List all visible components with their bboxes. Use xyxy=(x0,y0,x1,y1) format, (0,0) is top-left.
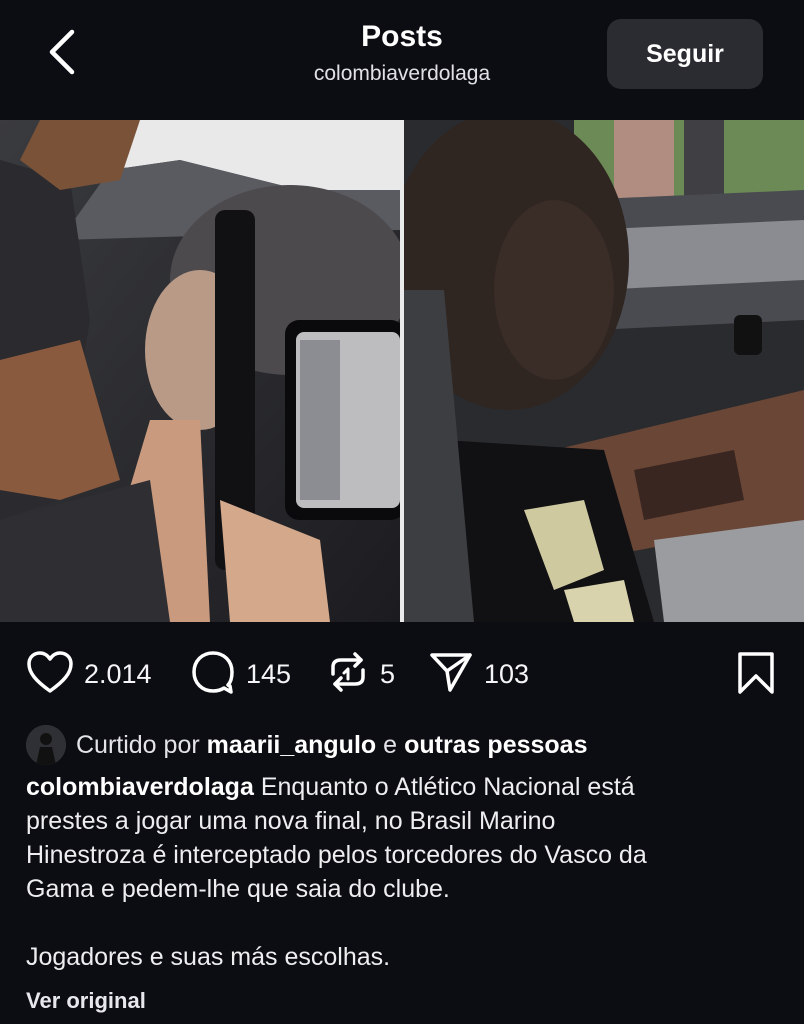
post-screen: Posts colombiaverdolaga Seguir 2.014 145… xyxy=(0,0,804,1024)
top-bar: Posts colombiaverdolaga Seguir xyxy=(0,0,804,120)
like-count[interactable]: 2.014 xyxy=(84,659,152,690)
post-photo-right[interactable] xyxy=(404,120,804,622)
share-icon xyxy=(428,650,474,699)
comment-icon xyxy=(190,649,236,700)
caption-line-2: prestes a jogar uma nova final, no Brasi… xyxy=(26,807,556,835)
repost-icon xyxy=(326,649,370,700)
post-action-bar: 2.014 145 5 103 xyxy=(0,640,804,710)
repost-button[interactable]: 5 xyxy=(326,650,395,698)
caption-username[interactable]: colombiaverdolaga xyxy=(26,773,254,801)
heart-icon xyxy=(26,650,74,699)
comment-count[interactable]: 145 xyxy=(246,659,291,690)
post-media-carousel[interactable] xyxy=(0,120,804,622)
follow-button[interactable]: Seguir xyxy=(607,19,763,89)
share-button[interactable]: 103 xyxy=(428,650,529,698)
caption-line-5: Jogadores e suas más escolhas. xyxy=(26,943,391,971)
caption-line-3: Hinestroza é interceptado pelos torcedor… xyxy=(26,841,647,869)
post-photo-left[interactable] xyxy=(0,120,400,622)
repost-count[interactable]: 5 xyxy=(380,659,395,690)
like-button[interactable]: 2.014 xyxy=(26,650,152,698)
caption-line-4: Gama e pedem-lhe que saia do clube. xyxy=(26,875,450,903)
liked-by-conjunction: e xyxy=(383,730,398,759)
liked-by-user[interactable]: maarii_angulo xyxy=(207,731,377,760)
bookmark-icon xyxy=(737,651,775,700)
liked-by-prefix: Curtido por xyxy=(76,730,200,759)
liker-avatar[interactable] xyxy=(26,725,66,765)
save-button[interactable] xyxy=(733,651,779,700)
see-original-link[interactable]: Ver original xyxy=(26,988,146,1014)
post-caption: colombiaverdolaga Enquanto o Atlético Na… xyxy=(26,770,786,974)
caption-line-1: colombiaverdolaga Enquanto o Atlético Na… xyxy=(26,770,786,804)
liked-by-row: Curtido por maarii_angulo e outras pesso… xyxy=(26,725,588,765)
liked-by-others[interactable]: outras pessoas xyxy=(404,731,587,760)
share-count[interactable]: 103 xyxy=(484,659,529,690)
comment-button[interactable]: 145 xyxy=(190,650,291,698)
caption-text-1: Enquanto o Atlético Nacional está xyxy=(260,773,635,801)
